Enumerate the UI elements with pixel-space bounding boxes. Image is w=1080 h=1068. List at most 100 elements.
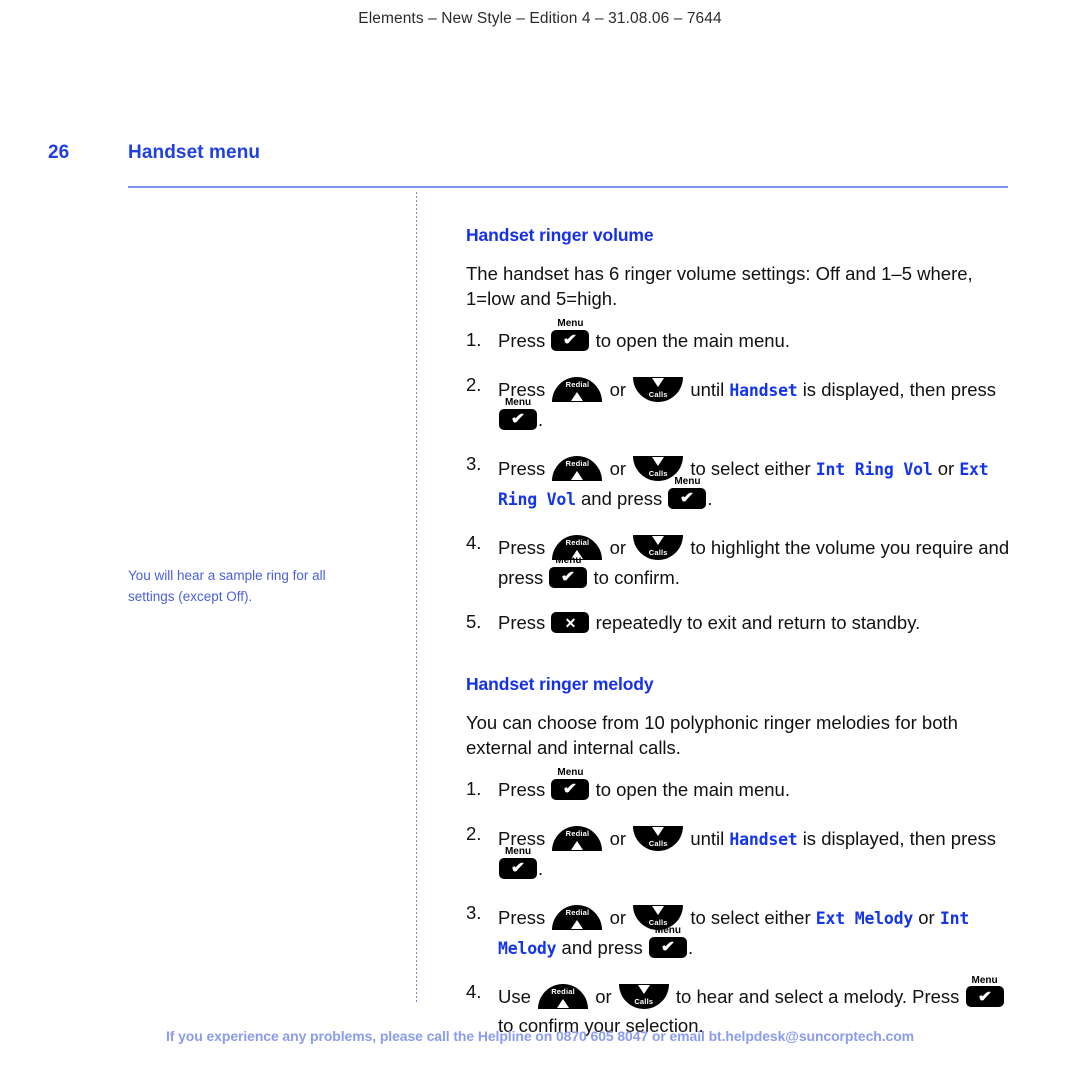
check-icon: ✔ [563,780,578,798]
redial-key-label: Redial [565,829,590,839]
step-number: 3. [466,902,482,924]
page-title: Handset menu [128,142,261,163]
menu-key-caption: Menu [557,318,584,330]
menu-key-caption: Menu [557,767,584,779]
arrow-up-icon [571,920,584,930]
arrow-down-icon [652,536,665,546]
redial-key-label: Redial [565,538,590,548]
step-text: Press [498,329,546,351]
arrow-up-icon [557,999,570,1009]
check-icon: ✔ [680,489,695,507]
step-text: or [918,907,935,929]
step-text: or [609,907,627,929]
step-text: Press [498,458,546,480]
step-item: 2. Press Redial or Calls until Handset i… [466,820,1016,883]
step-text: or [609,458,627,480]
menu-key-caption: Menu [654,925,681,937]
step-text: to select either [690,907,811,929]
redial-up-key-icon: Redial [552,826,603,852]
section-heading-ringer-melody: Handset ringer melody [466,673,654,694]
page-title-row: 26 Handset menu [0,142,1080,176]
redial-up-key-icon: Redial [552,905,603,931]
step-text: until [690,828,725,850]
menu-key-icon: Menu ✔ [549,556,588,588]
arrow-up-icon [571,471,584,481]
menu-key-icon: Menu ✔ [499,398,537,430]
redial-up-key-icon: Redial [552,456,603,482]
check-icon: ✔ [563,331,578,349]
lcd-display-text: Ext Melody [815,909,914,929]
section-intro-ringer-volume: The handset has 6 ringer volume settings… [466,263,973,309]
steps-ringer-melody: 1. Press Menu ✔ to open the main menu. 2… [466,768,1016,1040]
check-icon: ✔ [561,568,576,586]
step-text: or [937,458,955,480]
menu-key-caption: Menu [504,397,532,409]
arrow-down-icon [652,457,665,467]
step-number: 1. [466,328,482,350]
step-text: to hear and select a melody. Press [675,986,960,1008]
section-heading-ringer-volume: Handset ringer volume [466,225,654,245]
step-text: or [609,537,627,559]
step-text: to confirm. [593,566,680,588]
step-text: Press [498,778,546,800]
step-number: 2. [466,823,482,845]
main-content-column: Handset ringer volume The handset has 6 … [466,225,1016,1040]
menu-key-caption: Menu [555,555,582,567]
check-icon: ✔ [977,988,992,1006]
running-header: Elements – New Style – Edition 4 – 31.08… [358,10,722,27]
title-rule-divider [128,186,1008,188]
arrow-up-icon [571,841,584,851]
footer-helpline: If you experience any problems, please c… [165,1028,915,1044]
step-text: or [609,828,627,850]
step-text: to select either [690,458,811,480]
calls-down-key-icon: Calls [633,826,684,852]
step-text: repeatedly to exit and return to standby… [595,612,921,634]
arrow-up-icon [571,392,584,402]
menu-key-caption: Menu [504,846,532,858]
calls-down-key-icon: Calls [633,377,684,403]
step-text: to open the main menu. [595,778,790,800]
sidenote-sample-ring: You will hear a sample ring for all sett… [128,568,326,604]
menu-key-icon: Menu ✔ [499,847,537,879]
step-item: 3. Press Redial or Calls to select eithe… [466,899,1016,962]
check-icon: ✔ [510,859,526,877]
close-icon: ✕ [564,614,577,631]
lcd-display-text: Int Ring Vol [815,460,933,480]
calls-key-label: Calls [648,548,668,557]
step-text: Use [498,986,531,1008]
arrow-down-icon [652,906,665,916]
step-text: to open the main menu. [595,329,790,351]
step-item: 1. Press Menu ✔ to open the main menu. [466,768,1016,804]
cancel-key-icon: ✕ [551,612,590,634]
step-item: 5. Press ✕ repeatedly to exit and return… [466,608,1016,637]
column-divider [416,192,417,1002]
menu-key-icon: Menu ✔ [965,975,1004,1008]
arrow-down-icon [637,985,650,995]
redial-up-key-icon: Redial [552,377,603,403]
step-number: 1. [466,777,482,799]
step-text: Press [498,907,546,929]
calls-down-key-icon: Calls [618,984,669,1010]
lcd-display-text: Handset [729,381,798,401]
check-icon: ✔ [510,410,526,428]
page-number: 26 [48,142,70,163]
step-text: is displayed, then press [802,828,997,850]
menu-key-icon: Menu ✔ [648,926,687,958]
redial-up-key-icon: Redial [538,984,589,1010]
step-item: 2. Press Redial or Calls until Handset i… [466,371,1016,434]
step-number: 5. [466,611,482,633]
menu-key-icon: Menu ✔ [668,477,707,509]
step-text: or [609,379,627,401]
menu-key-caption: Menu [971,974,998,986]
arrow-down-icon [652,378,665,388]
step-text: or [595,986,612,1008]
calls-key-label: Calls [648,838,668,848]
step-item: 4. Press Redial or Calls to highlight th… [466,529,1016,592]
step-text: Press [498,612,546,634]
section-intro-ringer-melody: You can choose from 10 polyphonic ringer… [466,711,958,758]
step-number: 2. [466,374,482,396]
menu-key-icon: Menu ✔ [551,319,590,351]
redial-key-label: Redial [565,380,590,390]
redial-key-label: Redial [551,987,575,996]
